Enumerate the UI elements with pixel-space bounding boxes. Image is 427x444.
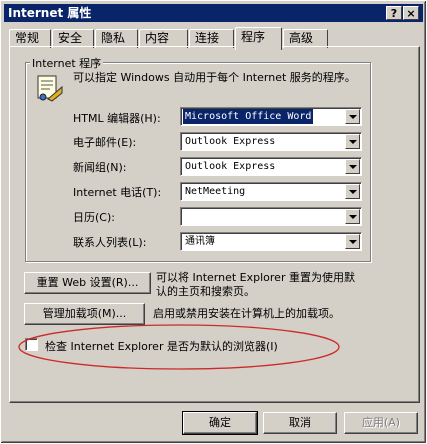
contacts-select[interactable]: 通讯簿 <box>180 232 362 251</box>
chevron-down-icon[interactable] <box>345 134 360 149</box>
internet-call-label: Internet 电话(T): <box>73 186 162 199</box>
internet-properties-dialog: Internet 属性 ? × 常规 安全 隐私 内容 连接 程序 高级 Int… <box>0 0 427 444</box>
addons-description: 启用或禁用安装在计算机上的加载项。 <box>153 307 340 320</box>
apply-button[interactable]: 应用(A) <box>344 412 418 434</box>
cancel-label: 取消 <box>289 416 311 429</box>
calendar-label: 日历(C): <box>73 211 115 224</box>
chevron-down-icon[interactable] <box>345 159 360 174</box>
chevron-down-icon[interactable] <box>345 109 360 124</box>
tab-label: 隐私 <box>101 31 126 45</box>
internet-call-value: NetMeeting <box>185 186 246 197</box>
manage-addons-label: 管理加载项(M)... <box>42 307 127 320</box>
internet-call-select[interactable]: NetMeeting <box>180 182 362 201</box>
ok-label: 确定 <box>209 416 231 429</box>
ok-button[interactable]: 确定 <box>182 411 258 435</box>
newsgroups-label: 新闻组(N): <box>73 161 127 174</box>
newsgroups-value: Outlook Express <box>185 161 276 172</box>
email-value: Outlook Express <box>185 136 276 147</box>
tab-label: 高级 <box>289 31 314 45</box>
calendar-value <box>183 209 187 224</box>
default-browser-label[interactable]: 检查 Internet Explorer 是否为默认的浏览器(I) <box>45 338 278 354</box>
cancel-button[interactable]: 取消 <box>263 412 337 434</box>
email-select[interactable]: Outlook Express <box>180 132 362 151</box>
chevron-down-icon[interactable] <box>345 234 360 249</box>
html-editor-value: Microsoft Office Word <box>183 109 314 124</box>
tab-label: 安全 <box>58 31 83 45</box>
programs-icon <box>37 75 63 102</box>
chevron-down-icon[interactable] <box>345 184 360 199</box>
tab-programs[interactable]: 程序 <box>235 27 282 50</box>
tab-label: 程序 <box>241 30 266 44</box>
html-editor-label: HTML 编辑器(H): <box>73 112 161 125</box>
tab-label: 连接 <box>195 31 220 45</box>
close-button[interactable]: × <box>403 6 419 20</box>
tab-label: 内容 <box>145 31 170 45</box>
manage-addons-button[interactable]: 管理加载项(M)... <box>24 303 145 325</box>
html-editor-select[interactable]: Microsoft Office Word <box>180 107 362 126</box>
email-label: 电子邮件(E): <box>73 136 137 149</box>
tab-label: 常规 <box>15 31 40 45</box>
reset-web-description-2: 认的主页和搜索页。 <box>156 285 255 298</box>
help-button[interactable]: ? <box>386 6 402 20</box>
contacts-label: 联系人列表(L): <box>73 236 147 249</box>
apply-label: 应用(A) <box>361 416 401 429</box>
window-title: Internet 属性 <box>8 6 92 20</box>
programs-description: 可以指定 Windows 自动用于每个 Internet 服务的程序。 <box>73 71 356 84</box>
help-icon: ? <box>390 7 398 20</box>
contacts-value: 通讯簿 <box>185 236 215 247</box>
newsgroups-select[interactable]: Outlook Express <box>180 157 362 176</box>
chevron-down-icon[interactable] <box>345 209 360 224</box>
title-bar: Internet 属性 ? × <box>4 4 423 22</box>
reset-web-settings-button[interactable]: 重置 Web 设置(R)... <box>24 272 151 294</box>
calendar-select[interactable] <box>180 207 362 226</box>
reset-web-settings-label: 重置 Web 设置(R)... <box>36 276 139 289</box>
close-icon: × <box>406 7 416 20</box>
default-browser-checkbox[interactable] <box>25 338 38 351</box>
